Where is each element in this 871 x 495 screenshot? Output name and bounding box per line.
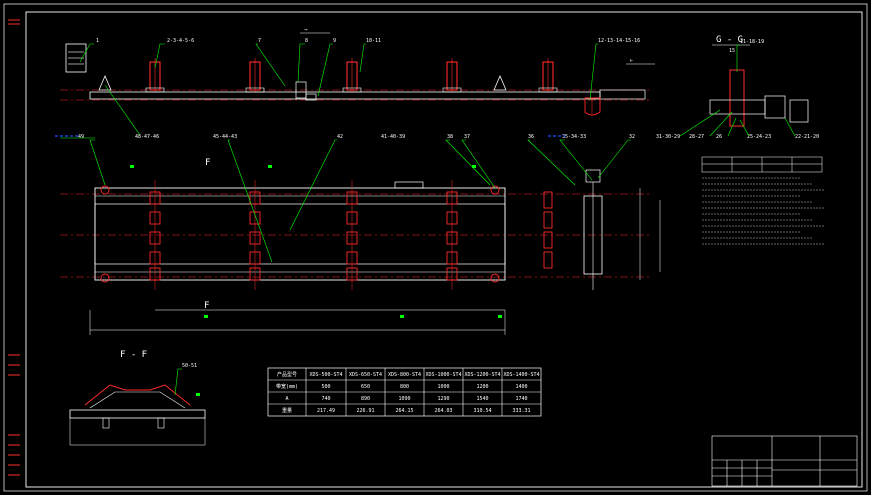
table-header-cell: XDS-1000-ST4 xyxy=(425,372,461,378)
callout-45-43: 45-44-43 xyxy=(213,134,237,140)
callout-38: 38 xyxy=(447,134,453,140)
leader-lines-top xyxy=(60,43,598,139)
spec-table: 产品型号带宽(mm) A 重量 XDS-500-ST4 500 740 217.49 XDS-… xyxy=(267,367,542,417)
callout-32: 32 xyxy=(629,134,635,140)
table-cell: 1400 xyxy=(515,384,527,390)
side-idler-4 xyxy=(442,58,462,93)
tech-notes xyxy=(701,156,824,245)
callout-12-16: 12-13-14-15-16 xyxy=(598,38,640,44)
ff-section: F - F 50-51 xyxy=(69,350,206,446)
callout-1: 1 xyxy=(96,38,99,44)
side-idler-2 xyxy=(245,58,265,93)
table-cell: 650 xyxy=(361,384,370,390)
table-header-cell: 产品型号 xyxy=(277,371,297,378)
side-return-idler-2 xyxy=(493,74,507,91)
table-cell: 226.91 xyxy=(356,408,374,414)
plan-view xyxy=(60,169,661,335)
side-frame xyxy=(89,91,601,100)
ff-title: F - F xyxy=(120,350,147,360)
table-cell: 1290 xyxy=(437,396,449,402)
gg-callout-22: 22-21-20 xyxy=(795,134,819,140)
gg-callout-26: 26 xyxy=(716,134,722,140)
table-cell: 264.03 xyxy=(434,408,452,414)
callout-35-33: 35-34-33 xyxy=(562,134,586,140)
section-f-top: F xyxy=(205,158,210,168)
leader-lines-mid xyxy=(89,139,631,263)
gg-callout-28: 28-27 xyxy=(689,134,704,140)
svg-text:⊢: ⊢ xyxy=(630,58,633,64)
plan-bearing-4 xyxy=(490,273,500,283)
plan-bearing-2 xyxy=(100,273,110,283)
side-idler-5 xyxy=(538,58,558,93)
callout-2-6: 2-3-4-5-6 xyxy=(167,38,194,44)
gg-callout-11: 11-18-19 xyxy=(740,39,764,45)
callout-8: 8 xyxy=(305,38,308,44)
table-cell: 1540 xyxy=(476,396,488,402)
callout-48-46: 48-47-46 xyxy=(135,134,159,140)
gg-scale: 15 xyxy=(729,48,735,54)
cad-drawing: ⟶ ⊢ 1 2-3-4-5-6 7 8 9 10-11 12-13-14-15-… xyxy=(3,3,868,492)
side-view: ⟶ ⊢ xyxy=(60,27,655,116)
side-idlers xyxy=(98,58,558,93)
table-header-cell: XDS-1400-ST4 xyxy=(503,372,539,378)
table-cell: 740 xyxy=(321,396,330,402)
table-cell: 333.31 xyxy=(512,408,530,414)
table-cell: 264.15 xyxy=(395,408,413,414)
table-cell: 890 xyxy=(361,396,370,402)
table-cell: 1000 xyxy=(437,384,449,390)
table-header-cell: XDS-1200-ST4 xyxy=(464,372,500,378)
gg-callout-31: 31-30-29 xyxy=(656,134,680,140)
table-header-cell: XDS-650-ST4 xyxy=(349,372,382,378)
table-cell: 重量 xyxy=(282,407,292,414)
callout-36: 36 xyxy=(528,134,534,140)
gg-section: G - G 15 11-18-19 31-30-29 28-27 26 25-2… xyxy=(656,35,819,140)
plan-bearing-1 xyxy=(100,185,110,195)
section-f-bottom: F xyxy=(204,301,209,311)
callouts-top: 1 2-3-4-5-6 7 8 9 10-11 12-13-14-15-16 xyxy=(96,38,640,44)
table-cell: 310.54 xyxy=(473,408,491,414)
callout-10-11: 10-11 xyxy=(366,38,381,44)
table-cell: 217.49 xyxy=(317,408,335,414)
plan-bearing-3 xyxy=(490,185,500,195)
side-pulley xyxy=(584,97,601,116)
callout-37: 37 xyxy=(464,134,470,140)
table-cell: 500 xyxy=(321,384,330,390)
gg-callout-25: 25-24-23 xyxy=(747,134,771,140)
callout-7: 7 xyxy=(258,38,261,44)
plan-return-idler xyxy=(543,191,553,269)
flow-direction-label: ⟶ xyxy=(303,27,308,33)
side-idler-1 xyxy=(145,58,165,93)
table-header-cell: XDS-800-ST4 xyxy=(388,372,421,378)
plan-frame-outer xyxy=(94,187,506,281)
title-block xyxy=(711,435,858,487)
side-return-idler-1 xyxy=(98,74,112,91)
table-cell: 1090 xyxy=(398,396,410,402)
callout-42: 42 xyxy=(337,134,343,140)
callout-9: 9 xyxy=(333,38,336,44)
table-cell: 1740 xyxy=(515,396,527,402)
callout-49: 49 xyxy=(78,134,84,140)
callouts-mid: 49 48-47-46 45-44-43 42 41-40-39 38 37 3… xyxy=(78,134,635,311)
table-cell: 带宽(mm) xyxy=(276,383,298,390)
table-cell: 800 xyxy=(400,384,409,390)
ff-callout: 50-51 xyxy=(182,363,197,369)
side-idler-3 xyxy=(342,58,362,93)
table-header-cell: XDS-500-ST4 xyxy=(309,372,342,378)
table-cell: 1200 xyxy=(476,384,488,390)
left-margin-marks xyxy=(8,19,20,476)
callout-41-39: 41-40-39 xyxy=(381,134,405,140)
table-cell: A xyxy=(285,396,288,402)
